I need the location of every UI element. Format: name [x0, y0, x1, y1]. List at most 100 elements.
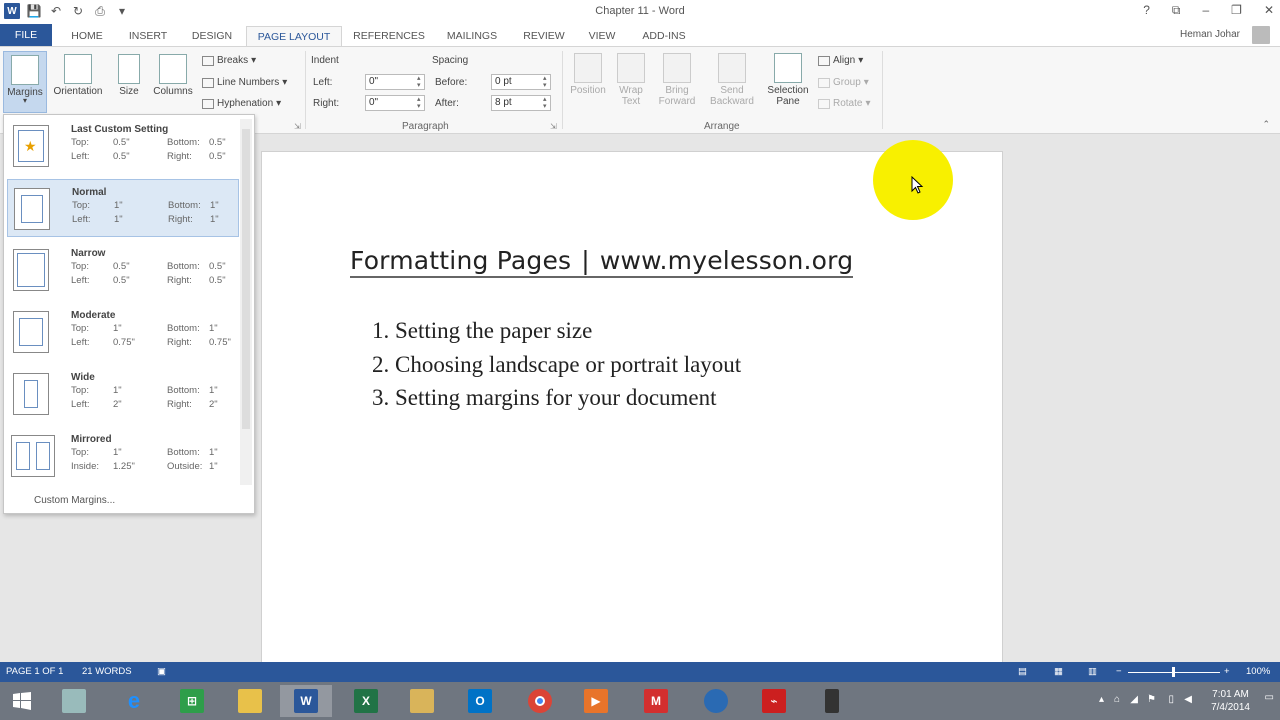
- tab-design[interactable]: DESIGN: [184, 26, 240, 46]
- taskbar-app-chrome[interactable]: [514, 685, 566, 717]
- line-numbers-button[interactable]: Line Numbers ▾: [202, 77, 287, 88]
- taskbar-app-misc[interactable]: [806, 685, 858, 717]
- tab-references[interactable]: REFERENCES: [350, 26, 428, 46]
- page-setup-launcher-icon[interactable]: ⇲: [294, 122, 301, 131]
- zoom-slider-thumb[interactable]: [1172, 667, 1175, 677]
- document-page[interactable]: Formatting Pages | www.myelesson.org 1. Set…: [261, 151, 1003, 671]
- zoom-in-icon[interactable]: +: [1224, 666, 1230, 677]
- clock[interactable]: 7:01 AM 7/4/2014: [1211, 688, 1250, 714]
- taskbar-app-media[interactable]: ▶: [570, 685, 622, 717]
- web-layout-icon[interactable]: ▥: [1088, 666, 1097, 677]
- zoom-level[interactable]: 100%: [1246, 666, 1270, 677]
- indent-left-label: Left:: [313, 77, 333, 88]
- volume-icon[interactable]: ◀: [1184, 694, 1192, 705]
- flag-icon[interactable]: ⚑: [1147, 694, 1156, 705]
- battery-icon[interactable]: ▯: [1168, 694, 1174, 705]
- list-item[interactable]: 2. Choosing landscape or portrait layout: [372, 348, 741, 382]
- breaks-button[interactable]: Breaks ▾: [202, 55, 256, 66]
- wrap-text-button[interactable]: Wrap Text: [612, 53, 650, 107]
- position-button[interactable]: Position: [566, 53, 610, 96]
- tab-file[interactable]: FILE: [0, 24, 52, 46]
- label: Right:: [167, 275, 192, 286]
- start-button[interactable]: [0, 685, 44, 717]
- taskbar-app-thunderbird[interactable]: [690, 685, 742, 717]
- document-title[interactable]: Formatting Pages | www.myelesson.org: [350, 246, 854, 278]
- network-icon[interactable]: ◢: [1130, 694, 1138, 705]
- tab-insert[interactable]: INSERT: [120, 26, 176, 46]
- taskbar-app-m[interactable]: M: [630, 685, 682, 717]
- collapse-ribbon-icon[interactable]: ⌃: [1262, 119, 1270, 130]
- close-button[interactable]: ✕: [1264, 3, 1274, 18]
- hyphenation-button[interactable]: Hyphenation ▾: [202, 98, 281, 109]
- margin-option-normal[interactable]: Normal Top: 1" Bottom: 1" Left: 1" Right: 1": [7, 179, 239, 237]
- rotate-button[interactable]: Rotate ▾: [818, 98, 871, 109]
- margins-button[interactable]: Margins ▾: [3, 51, 47, 113]
- avatar[interactable]: [1252, 26, 1270, 44]
- taskbar-app-word[interactable]: W: [280, 685, 332, 717]
- tab-view[interactable]: VIEW: [580, 26, 624, 46]
- align-button[interactable]: Align ▾: [818, 55, 863, 66]
- tab-mailings[interactable]: MAILINGS: [438, 26, 506, 46]
- proofing-icon[interactable]: ▣: [157, 666, 166, 677]
- status-bar: PAGE 1 OF 1 21 WORDS ▣ ▤ ▦ ▥ − + 100%: [0, 662, 1280, 682]
- orientation-label: Orientation: [53, 86, 103, 97]
- notifications-icon[interactable]: ▭: [1265, 692, 1274, 703]
- mail-client-icon: [704, 689, 728, 713]
- tab-page-layout[interactable]: PAGE LAYOUT: [246, 26, 342, 48]
- read-mode-icon[interactable]: ▤: [1018, 666, 1027, 677]
- size-label: Size: [119, 86, 139, 97]
- size-button[interactable]: Size: [112, 51, 146, 113]
- paragraph-group-label: Paragraph: [402, 121, 449, 132]
- word-count[interactable]: 21 WORDS: [82, 666, 132, 677]
- margin-option-mirrored[interactable]: Mirrored Top: 1" Bottom: 1" Inside: 1.25" Out…: [7, 427, 239, 485]
- paragraph-launcher-icon[interactable]: ⇲: [550, 122, 557, 131]
- margin-option-moderate[interactable]: Moderate Top: 1" Bottom: 1" Left: 0.75" Right…: [7, 303, 239, 361]
- indent-right-input[interactable]: 0": [365, 95, 425, 111]
- tab-review[interactable]: REVIEW: [516, 26, 572, 46]
- selection-pane-button[interactable]: Selection Pane: [762, 53, 814, 107]
- page-count[interactable]: PAGE 1 OF 1: [6, 666, 63, 677]
- group-button[interactable]: Group ▾: [818, 77, 869, 88]
- taskbar-app-folder[interactable]: [224, 685, 276, 717]
- bring-forward-button[interactable]: Bring Forward: [652, 53, 702, 107]
- tray-chevron-icon[interactable]: ▴: [1099, 694, 1104, 705]
- taskbar-app-ie[interactable]: e: [108, 685, 160, 717]
- tray-app-icon[interactable]: ⌂: [1114, 694, 1120, 705]
- spacing-before-input[interactable]: 0 pt: [491, 74, 551, 90]
- tab-home[interactable]: HOME: [62, 26, 112, 46]
- taskbar-app-excel[interactable]: X: [340, 685, 392, 717]
- orientation-button[interactable]: Orientation: [50, 51, 106, 113]
- ribbon-display-button[interactable]: ⧉: [1172, 3, 1181, 18]
- maximize-button[interactable]: ❐: [1231, 3, 1242, 18]
- custom-margins-button[interactable]: Custom Margins...: [34, 495, 115, 506]
- spacing-after-input[interactable]: 8 pt: [491, 95, 551, 111]
- taskbar-app-explorer[interactable]: [396, 685, 448, 717]
- margin-option-last-custom[interactable]: ★ Last Custom Setting Top: 0.5" Bottom: 0.5…: [7, 117, 239, 175]
- list-item[interactable]: 3. Setting margins for your document: [372, 381, 741, 415]
- zoom-out-icon[interactable]: −: [1116, 666, 1122, 677]
- wrap-text-icon: [617, 53, 645, 83]
- print-layout-icon[interactable]: ▦: [1054, 666, 1063, 677]
- columns-button[interactable]: Columns: [150, 51, 196, 113]
- tab-add-ins[interactable]: ADD-INS: [634, 26, 694, 46]
- minimize-button[interactable]: –: [1202, 3, 1209, 18]
- taskbar-app-recycle[interactable]: [48, 685, 100, 717]
- send-backward-button[interactable]: Send Backward: [704, 53, 760, 107]
- margin-option-wide[interactable]: Wide Top: 1" Bottom: 1" Left: 2" Right: 2": [7, 365, 239, 423]
- help-button[interactable]: ?: [1143, 3, 1150, 18]
- margin-preview-icon: [14, 188, 50, 230]
- taskbar-app-acrobat[interactable]: ⌁: [748, 685, 800, 717]
- align-icon: [818, 55, 830, 66]
- label: Right:: [167, 151, 192, 162]
- user-name[interactable]: Heman Johar: [1180, 29, 1240, 40]
- dropdown-scrollbar[interactable]: [240, 119, 252, 485]
- margin-option-narrow[interactable]: Narrow Top: 0.5" Bottom: 0.5" Left: 0.5" Righ…: [7, 241, 239, 299]
- margin-preview-icon: [11, 435, 55, 477]
- scrollbar-thumb[interactable]: [242, 129, 250, 429]
- taskbar-app-calc[interactable]: ⊞: [166, 685, 218, 717]
- vertical-scrollbar[interactable]: [1264, 134, 1280, 662]
- indent-left-input[interactable]: 0": [365, 74, 425, 90]
- position-label: Position: [570, 85, 606, 96]
- list-item[interactable]: 1. Setting the paper size: [372, 314, 741, 348]
- taskbar-app-outlook[interactable]: O: [454, 685, 506, 717]
